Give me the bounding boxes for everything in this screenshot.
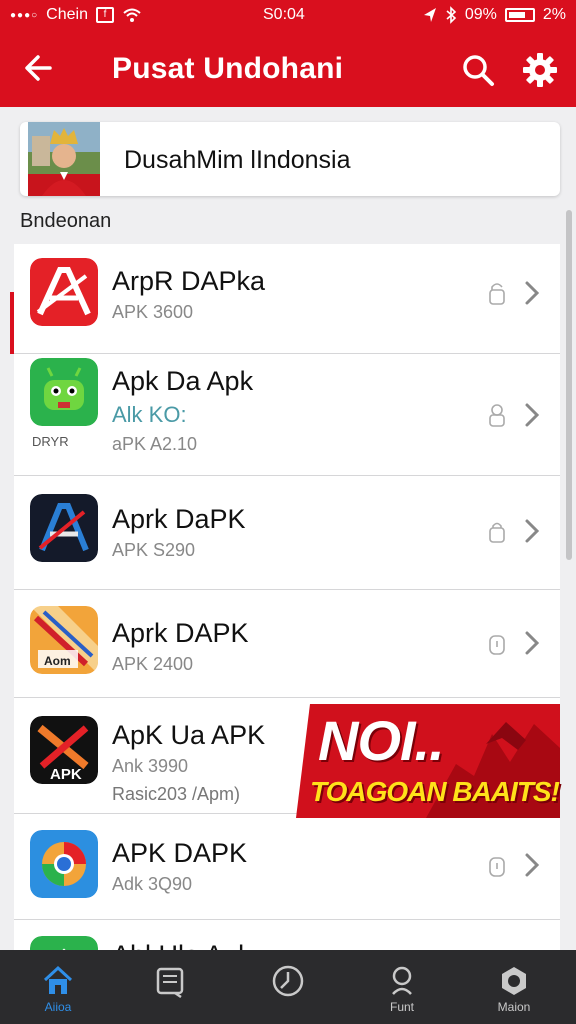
promo-title: NOI.. bbox=[318, 709, 445, 772]
signal-dots-icon: ●●●○ bbox=[10, 9, 39, 21]
promo-banner[interactable]: NOI.. TOAGOAN BAAITS! bbox=[296, 704, 560, 818]
app-icon-red-a bbox=[30, 258, 98, 326]
page-title: Pusat Undohani bbox=[112, 52, 344, 85]
nav-profile[interactable]: Funt bbox=[352, 950, 452, 1024]
app-icon-android bbox=[30, 358, 98, 426]
app-list: ArpR DAPka APK 3600 DRYR Apk Da Apk Alk … bbox=[14, 244, 560, 950]
profile-name: DusahMim lIndonsia bbox=[124, 146, 351, 174]
app-icon-green bbox=[30, 936, 98, 950]
app-size: aPK A2.10 bbox=[112, 434, 198, 454]
clock: S0:04 bbox=[263, 6, 305, 23]
app-name: Ahl Ula Auk bbox=[112, 940, 252, 950]
battery-icon bbox=[504, 8, 535, 22]
nav-label: Maion bbox=[497, 1000, 531, 1014]
profile-icon bbox=[392, 966, 412, 995]
list-item[interactable]: APK DAPK Adk 3Q90 bbox=[14, 814, 560, 920]
app-name: APK DAPK bbox=[112, 838, 248, 868]
list-item[interactable]: ArpR DAPka APK 3600 bbox=[14, 244, 560, 354]
app-icon-label: Aom bbox=[44, 654, 71, 668]
toolbar: Pusat Undohani bbox=[0, 36, 576, 102]
app-icon-dark-a bbox=[30, 494, 98, 562]
status-right: 09% 2% bbox=[423, 6, 566, 24]
lock-icon bbox=[489, 404, 505, 427]
app-subtitle: Alk KO: bbox=[112, 402, 187, 427]
book-icon bbox=[156, 967, 184, 998]
carrier-name: Chein bbox=[46, 6, 88, 23]
app-note: Rasic203 /Apm) bbox=[112, 784, 241, 804]
app-icon-label: APK bbox=[50, 766, 82, 783]
app-size: APK 3600 bbox=[112, 302, 194, 322]
app-size: Ank 3990 bbox=[112, 756, 189, 776]
status-left: ●●●○ Chein f bbox=[10, 6, 142, 24]
promo-subtitle: TOAGOAN BAAITS! bbox=[310, 776, 560, 807]
app-name: Aprk DAPK bbox=[112, 618, 249, 648]
lock-icon bbox=[489, 857, 505, 877]
section-label: Bndeonan bbox=[20, 210, 112, 232]
search-icon[interactable] bbox=[458, 50, 498, 90]
app-name: ArpR DAPka bbox=[112, 266, 266, 296]
battery-level: 2% bbox=[542, 6, 566, 23]
chevron-right-icon[interactable] bbox=[522, 280, 542, 306]
chevron-right-icon[interactable] bbox=[522, 402, 542, 428]
location-icon bbox=[423, 8, 436, 22]
clock-icon bbox=[272, 965, 304, 997]
nav-home[interactable]: Aiioa bbox=[8, 950, 108, 1024]
chevron-right-icon[interactable] bbox=[522, 518, 542, 544]
chevron-right-icon[interactable] bbox=[522, 852, 542, 878]
gear-icon[interactable] bbox=[520, 50, 560, 90]
list-item[interactable]: DRYR Apk Da Apk Alk KO: aPK A2.10 bbox=[14, 354, 560, 476]
settings-icon bbox=[502, 967, 526, 995]
app-name: Aprk DaPK bbox=[112, 504, 246, 534]
wifi-icon bbox=[123, 8, 141, 22]
chevron-right-icon[interactable] bbox=[522, 630, 542, 656]
list-item[interactable]: Aom Aprk DAPK APK 2400 bbox=[14, 590, 560, 698]
nav-library[interactable] bbox=[120, 950, 220, 1024]
status-bar: ●●●○ Chein f S0:04 09% 2% bbox=[0, 0, 576, 30]
app-name: ApK Ua APK bbox=[112, 720, 266, 750]
avatar bbox=[28, 122, 100, 196]
lock-icon bbox=[489, 635, 505, 655]
app-icon-browser bbox=[30, 830, 98, 898]
nav-history[interactable] bbox=[238, 950, 338, 1024]
home-icon bbox=[43, 965, 73, 994]
notification-icon: f bbox=[95, 7, 114, 23]
app-size: Adk 3Q90 bbox=[112, 874, 193, 894]
battery-percent: 09% bbox=[464, 6, 497, 23]
nav-label: Funt bbox=[389, 1000, 414, 1014]
nav-more[interactable]: Maion bbox=[464, 950, 564, 1024]
list-item[interactable]: Aprk DaPK APK S290 bbox=[14, 476, 560, 590]
app-icon-label: DRYR bbox=[32, 434, 69, 449]
app-size: APK S290 bbox=[112, 540, 196, 560]
bluetooth-icon bbox=[446, 6, 457, 24]
lock-icon bbox=[489, 522, 505, 543]
profile-card[interactable]: DusahMim lIndonsia bbox=[20, 122, 560, 196]
app-size: APK 2400 bbox=[112, 654, 194, 674]
app-name: Apk Da Apk bbox=[112, 366, 254, 396]
back-arrow-icon[interactable] bbox=[20, 48, 60, 88]
list-item[interactable]: Ahl Ula Auk bbox=[14, 920, 560, 950]
lock-icon bbox=[489, 283, 505, 305]
bottom-navigation: Aiioa Funt Maion bbox=[0, 950, 576, 1024]
scrollbar[interactable] bbox=[566, 210, 572, 560]
app-header: ●●●○ Chein f S0:04 09% 2% Pusat Undohani bbox=[0, 0, 576, 107]
nav-label: Aiioa bbox=[44, 1000, 72, 1014]
